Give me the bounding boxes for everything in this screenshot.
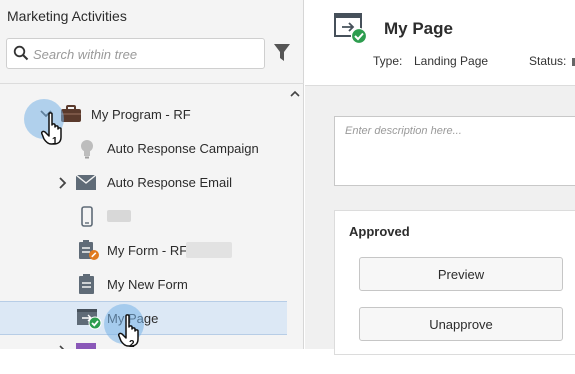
redacted-label bbox=[107, 210, 131, 222]
tree-scrollbar[interactable] bbox=[287, 84, 303, 349]
description-box[interactable] bbox=[334, 116, 575, 186]
lightbulb-icon bbox=[81, 140, 93, 159]
preview-button[interactable]: Preview bbox=[359, 257, 563, 291]
description-input[interactable] bbox=[335, 117, 575, 185]
asset-header: My Page Type: Landing Page Status: bbox=[305, 0, 575, 86]
asset-detail-panel: My Page Type: Landing Page Status: Appro… bbox=[305, 0, 575, 355]
landing-page-approved-icon bbox=[77, 309, 102, 330]
step-number: 1 bbox=[52, 136, 58, 147]
tree-item-mobile[interactable] bbox=[0, 200, 287, 234]
chevron-up-icon[interactable] bbox=[290, 90, 300, 98]
type-value: Landing Page bbox=[414, 54, 489, 68]
landing-page-approved-icon bbox=[334, 13, 368, 45]
tree-item-my-page[interactable]: My Page bbox=[0, 301, 287, 335]
filter-icon[interactable] bbox=[274, 44, 290, 62]
mobile-icon bbox=[81, 206, 93, 227]
page-title: My Page bbox=[384, 19, 453, 38]
type-label: Type: bbox=[373, 54, 403, 68]
panel-title: Marketing Activities bbox=[7, 8, 127, 24]
chevron-right-icon[interactable] bbox=[59, 177, 67, 189]
marketing-activities-panel: Marketing Activities My Program - RF bbox=[0, 0, 304, 350]
redacted-label bbox=[186, 242, 232, 258]
tree-item-label: My Program - RF bbox=[91, 107, 191, 122]
tree-item-label: Auto Response Email bbox=[107, 175, 233, 190]
search-input[interactable] bbox=[33, 43, 261, 65]
step-number: 2 bbox=[129, 339, 135, 350]
tree-item-my-form-rf[interactable]: My Form - RF bbox=[0, 234, 287, 268]
status-label: Status: bbox=[529, 54, 567, 68]
tree-item-label: My Form - RF bbox=[107, 243, 188, 258]
form-icon bbox=[79, 274, 94, 294]
tree-item-label: My New Form bbox=[107, 277, 188, 292]
search-icon bbox=[13, 45, 29, 61]
unapprove-button[interactable]: Unapprove bbox=[359, 307, 563, 341]
partial-item-icon bbox=[76, 343, 96, 349]
tree-item-label: Auto Response Campaign bbox=[107, 141, 259, 156]
tree-search-box[interactable] bbox=[6, 38, 265, 69]
approval-card: Approved Preview Unapprove bbox=[334, 210, 575, 355]
envelope-icon bbox=[76, 175, 96, 190]
approval-status: Approved bbox=[349, 224, 410, 239]
form-approved-icon bbox=[79, 240, 99, 260]
tree-item-my-new-form[interactable]: My New Form bbox=[0, 268, 287, 302]
tree-item-auto-response-email[interactable]: Auto Response Email bbox=[0, 166, 287, 200]
partial-item-icon bbox=[75, 84, 87, 86]
chevron-right-icon bbox=[59, 345, 65, 349]
